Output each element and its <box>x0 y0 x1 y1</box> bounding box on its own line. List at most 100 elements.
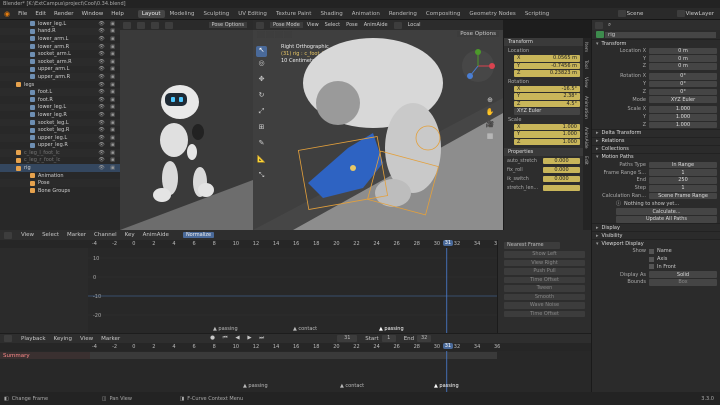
navigation-gizmo[interactable] <box>458 46 498 86</box>
animaide-button[interactable]: Show Left <box>504 251 585 258</box>
checkbox[interactable] <box>649 256 654 262</box>
custom-property-field[interactable]: 0.000 <box>543 166 580 174</box>
value-field-x[interactable]: X -16.5° <box>514 85 580 92</box>
sidebar-tab-animaide[interactable]: AnimAide <box>583 127 588 149</box>
sidebar-tab-item[interactable]: Item <box>583 42 588 52</box>
sidebar-tab-animation[interactable]: Animation <box>583 96 588 119</box>
graph-menu-view[interactable]: View <box>21 232 34 238</box>
workspace-tab-rendering[interactable]: Rendering <box>385 10 421 18</box>
current-frame-indicator[interactable]: 31 <box>442 240 454 246</box>
select-mode-icon[interactable] <box>151 21 159 29</box>
calc-range-dropdown[interactable]: Scene Frame Range <box>649 192 717 200</box>
visibility-toggle-icons[interactable]: 👁 ▣ <box>98 28 120 34</box>
view-layer-selector[interactable]: ViewLayer <box>686 11 714 17</box>
workspace-tab-sculpting[interactable]: Sculpting <box>200 10 234 18</box>
visibility-toggle-icons[interactable]: 👁 ▣ <box>98 127 120 133</box>
menu-window[interactable]: Window <box>82 11 104 17</box>
sidebar-tab-tool[interactable]: Tool <box>583 60 588 69</box>
normalize-toggle[interactable]: Normalize <box>182 231 215 239</box>
timeline-menu-view[interactable]: View <box>80 336 93 342</box>
workspace-tab-compositing[interactable]: Compositing <box>422 10 464 18</box>
main-3d-viewport[interactable]: Pose Mode View Select Pose AnimAide Loca… <box>253 20 503 230</box>
value-field-z[interactable]: Z 1.000 <box>514 138 580 145</box>
transform-value-field[interactable]: 0° <box>649 88 717 96</box>
search-icon[interactable]: ⌕ <box>608 22 611 29</box>
relations-section[interactable]: Relations <box>592 136 720 145</box>
custom-property-field[interactable]: 0.000 <box>543 157 580 165</box>
custom-property-field[interactable] <box>543 184 580 192</box>
editor-type-icon[interactable] <box>4 335 12 342</box>
outliner-row[interactable]: Bone Groups <box>0 187 120 195</box>
visibility-toggle-icons[interactable]: 👁 ▣ <box>98 120 120 126</box>
mode-selector[interactable]: Pose Mode <box>270 22 303 28</box>
workspace-tab-shading[interactable]: Shading <box>316 10 346 18</box>
pose-options-button[interactable]: Pose Options <box>208 22 247 28</box>
timeline-menu-marker[interactable]: Marker <box>101 336 120 342</box>
bounds-dropdown[interactable]: Box <box>649 279 717 286</box>
properties-panel-header[interactable]: Properties <box>504 148 583 156</box>
transform-value-field[interactable]: 1.000 <box>649 106 717 113</box>
current-frame-field[interactable]: 31 <box>337 335 358 342</box>
visibility-toggle-icons[interactable]: 👁 ▣ <box>98 165 120 171</box>
outliner-row[interactable]: socket_leg.L 👁 ▣ <box>0 118 120 127</box>
transform-value-field[interactable]: 0 m <box>649 63 717 70</box>
paths-type-dropdown[interactable]: In Range <box>649 161 717 169</box>
rotation-mode-dropdown[interactable]: XYZ Euler <box>649 96 717 103</box>
outliner-row[interactable]: foot.L 👁 ▣ <box>0 88 120 96</box>
timeline-menu-playback[interactable]: Playback <box>21 336 46 342</box>
viewport-display-section[interactable]: Viewport Display <box>592 239 720 247</box>
value-field-x[interactable]: X 1.000 <box>514 123 580 130</box>
menu-help[interactable]: Help <box>111 11 124 17</box>
object-name-field[interactable]: rig <box>605 31 716 38</box>
graph-canvas[interactable]: 10 0 -10 -20 ▲ passing ▲ contact ▲ passing <box>0 248 497 333</box>
menu-view[interactable]: View <box>307 22 319 28</box>
timeline-menu-keying[interactable]: Keying <box>54 336 72 342</box>
select-mode-icon[interactable] <box>284 30 292 38</box>
update-all-paths-button[interactable]: Update All Paths <box>616 216 717 223</box>
workspace-tab-texture-paint[interactable]: Texture Paint <box>272 10 316 18</box>
orientation-selector[interactable]: Local <box>408 22 421 28</box>
visibility-toggle-icons[interactable]: 👁 ▣ <box>98 36 120 42</box>
transform-value-field[interactable]: 1.000 <box>649 114 717 121</box>
graph-menu-channel[interactable]: Channel <box>94 232 117 238</box>
transform-value-field[interactable]: 0 m <box>649 47 717 55</box>
step-field[interactable]: 1 <box>649 185 717 192</box>
outliner-row[interactable]: lower_arm.L 👁 ▣ <box>0 35 120 43</box>
menu-edit[interactable]: Edit <box>35 11 46 17</box>
outliner-row[interactable]: upper_arm.R 👁 ▣ <box>0 73 120 81</box>
animaide-button[interactable]: View Right <box>504 259 585 266</box>
frame-range-end-field[interactable]: 250 <box>649 177 717 184</box>
animaide-button[interactable]: Tween <box>504 285 585 292</box>
start-frame-field[interactable]: 1 <box>381 335 396 342</box>
workspace-tab-modeling[interactable]: Modeling <box>166 10 199 18</box>
outliner-row[interactable]: rig 👁 ▣ <box>0 164 120 172</box>
collections-section[interactable]: Collections <box>592 144 720 153</box>
value-field-y[interactable]: Y -0.7456 m <box>514 62 580 69</box>
transform-value-field[interactable]: 0 m <box>649 55 717 62</box>
outliner-row[interactable]: upper_leg.R 👁 ▣ <box>0 142 120 150</box>
select-mode-icon[interactable] <box>266 30 274 38</box>
visibility-toggle-icons[interactable]: 👁 ▣ <box>98 150 120 156</box>
visibility-toggle-icons[interactable]: 👁 ▣ <box>98 44 120 50</box>
workspace-tab-geometry-nodes[interactable]: Geometry Nodes <box>465 10 519 18</box>
checkbox[interactable] <box>649 248 654 254</box>
graph-menu-key[interactable]: Key <box>125 232 135 238</box>
visibility-toggle-icons[interactable]: 👁 ▣ <box>98 89 120 95</box>
menu-animaide[interactable]: AnimAide <box>364 22 388 28</box>
camera-view-icon[interactable]: 🎥 <box>485 118 495 130</box>
outliner-row[interactable]: lower_leg.R 👁 ▣ <box>0 111 120 119</box>
outliner-row[interactable]: foot.R 👁 ▣ <box>0 96 120 104</box>
visibility-toggle-icons[interactable]: 👁 ▣ <box>98 135 120 141</box>
outliner-row[interactable]: c_leg_r_foot_lc 👁 ▣ <box>0 157 120 165</box>
visibility-toggle-icons[interactable]: 👁 ▣ <box>98 142 120 148</box>
sidebar-tab-view[interactable]: View <box>583 77 588 88</box>
transform-value-field[interactable]: 1.000 <box>649 121 717 129</box>
animaide-button[interactable]: Wave Noise <box>504 302 585 309</box>
visibility-toggle-icons[interactable]: 👁 ▣ <box>98 97 120 103</box>
display-as-dropdown[interactable]: Solid <box>649 271 717 278</box>
visibility-toggle-icons[interactable]: 👁 ▣ <box>98 74 120 80</box>
outliner-row[interactable]: lower_leg.L 👁 ▣ <box>0 20 120 28</box>
select-box-icon[interactable] <box>257 30 265 38</box>
delta-transform-section[interactable]: Delta Transform <box>592 128 720 137</box>
value-field-y[interactable]: Y 1.000 <box>514 131 580 138</box>
